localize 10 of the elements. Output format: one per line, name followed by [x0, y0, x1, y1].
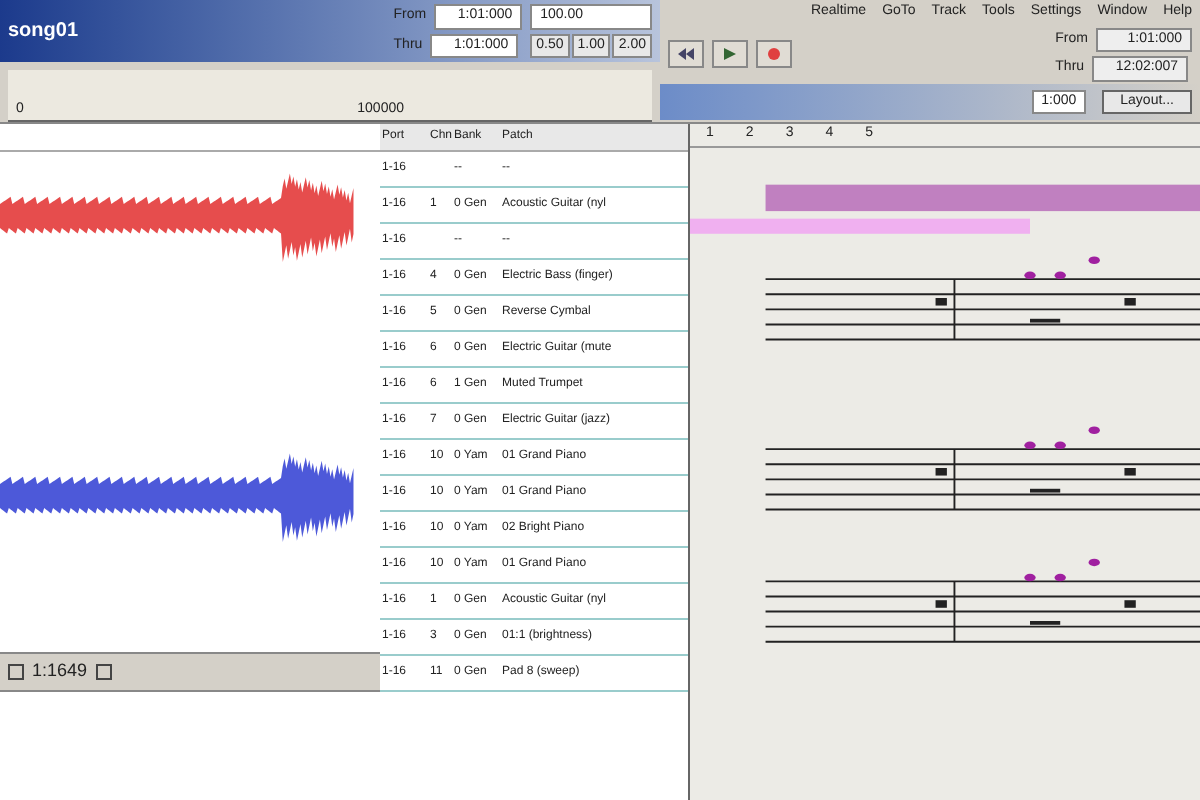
rewind-button[interactable] [668, 40, 704, 68]
rewind-icon [678, 48, 694, 60]
record-icon [768, 48, 780, 60]
zoom-in-icon[interactable] [95, 663, 112, 680]
window-title: song01 [8, 18, 79, 47]
play-icon [724, 48, 736, 60]
zoom-out-icon[interactable] [8, 663, 24, 680]
play-button[interactable] [712, 40, 748, 68]
record-button[interactable] [756, 40, 792, 68]
counter-readout: 1:1649 [32, 658, 88, 684]
